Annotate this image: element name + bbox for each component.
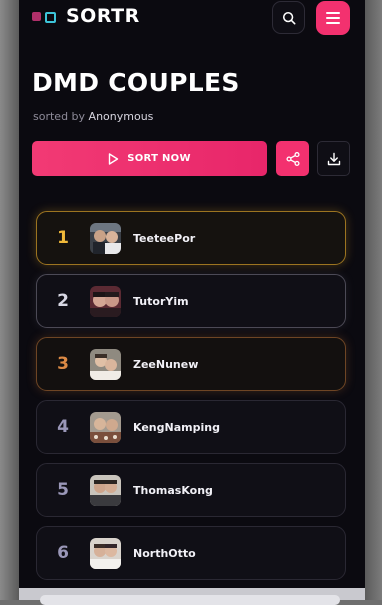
rank-number: 1 [57,228,69,248]
rank-number: 4 [57,417,69,437]
page-title: DMD COUPLES [32,68,240,97]
ranking-item[interactable]: 4 KengNamping [36,400,346,454]
rank-number: 2 [57,291,69,311]
hamburger-menu-icon [326,12,340,24]
rank-number: 5 [57,480,69,500]
background-left [0,0,19,600]
couple-name: ZeeNunew [133,357,199,371]
logo-square-pink [32,12,41,21]
avatar [90,223,121,254]
search-icon [282,11,295,24]
ranking-item[interactable]: 2 TutorYim [36,274,346,328]
avatar [90,412,121,443]
rank-number: 3 [57,354,69,374]
search-button[interactable] [272,1,305,34]
ranking-item[interactable]: 1 TeeteePor [36,211,346,265]
menu-button[interactable] [316,1,350,35]
ranking-item[interactable]: 3 ZeeNunew [36,337,346,391]
share-icon [285,151,300,166]
couple-name: KengNamping [133,420,220,434]
logo-mark [32,12,56,23]
download-icon [327,152,340,165]
avatar [90,349,121,380]
logo-text[interactable]: SORTR [66,5,140,27]
couple-name: ThomasKong [133,483,213,497]
author-name: Anonymous [88,110,154,123]
browser-address-pill[interactable] [40,595,340,605]
background-right [365,0,382,600]
avatar [90,538,121,569]
sort-now-label: SORT NOW [127,153,191,164]
download-button[interactable] [317,141,350,176]
app-screen: SORTR DMD COUPLES sorted by Anonymous SO… [19,0,365,600]
sorted-by-line: sorted by Anonymous [33,110,153,123]
share-button[interactable] [276,141,309,176]
play-icon [109,152,119,165]
sort-now-button[interactable]: SORT NOW [32,141,267,176]
avatar [90,475,121,506]
ranking-item[interactable]: 6 NorthOtto [36,526,346,580]
couple-name: TeeteePor [133,231,196,245]
logo-square-cyan [45,12,56,23]
top-bar: SORTR [19,0,365,36]
avatar [90,286,121,317]
ranking-item[interactable]: 5 ThomasKong [36,463,346,517]
couple-name: TutorYim [133,294,189,308]
couple-name: NorthOtto [133,546,196,560]
rank-number: 6 [57,543,69,563]
sorted-by-label: sorted by [33,110,86,123]
